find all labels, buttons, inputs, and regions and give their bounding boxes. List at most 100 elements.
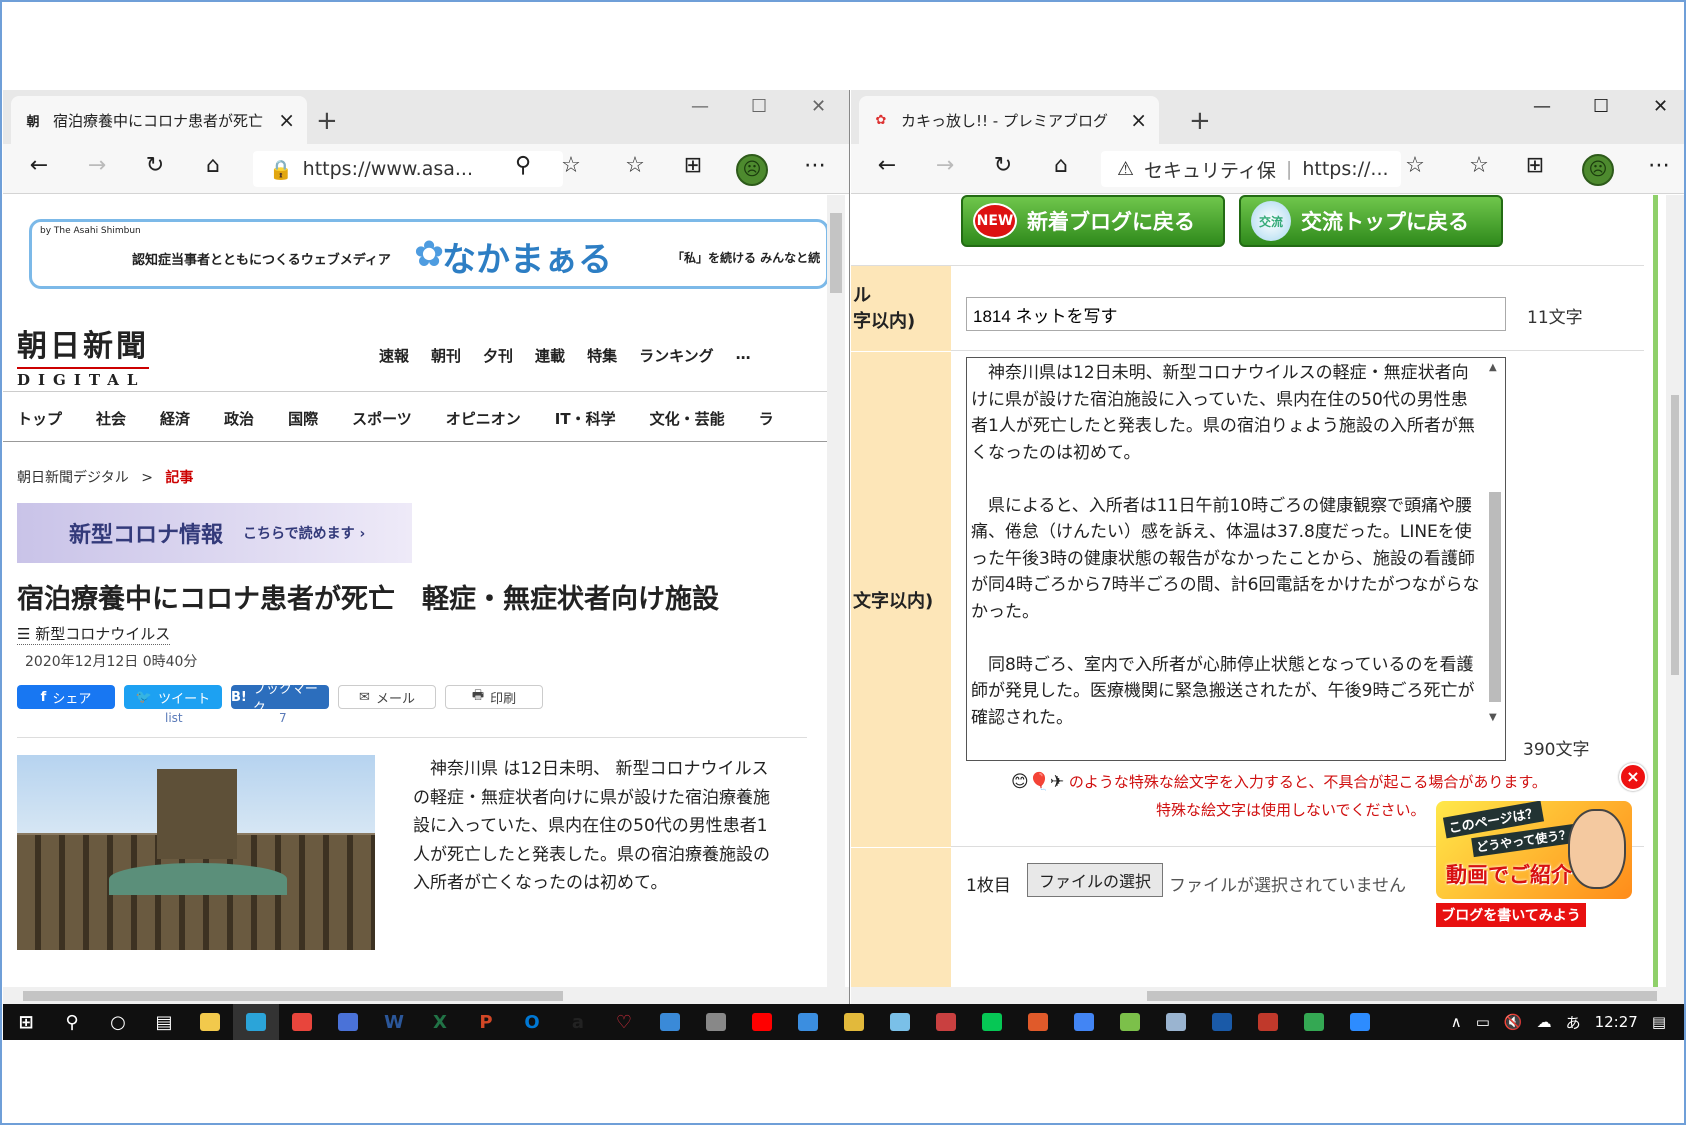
asahi-masthead[interactable]: 朝日新聞 DIGITAL [17, 321, 149, 389]
cortana-icon[interactable]: ○ [95, 1004, 141, 1040]
vertical-scrollbar[interactable] [827, 195, 845, 987]
scroll-thumb[interactable] [23, 991, 563, 1001]
home-icon[interactable]: ⌂ [1045, 153, 1077, 178]
scroll-down-icon[interactable]: ▼ [1489, 712, 1497, 723]
corona-info-banner[interactable]: 新型コロナ情報 こちらで読めます › [17, 503, 412, 563]
share-twitter-button[interactable]: 🐦 ツイート [124, 685, 222, 709]
nav-item[interactable]: ランキング [639, 345, 714, 366]
ad-close-icon[interactable]: × [1619, 763, 1647, 791]
nav-more[interactable]: … [736, 345, 751, 366]
favorite-star-icon[interactable]: ☆ [555, 153, 587, 178]
chevron-up-icon[interactable]: ∧ [1451, 1013, 1462, 1031]
scroll-up-icon[interactable]: ▲ [1489, 362, 1497, 373]
collections-icon[interactable]: ⊞ [677, 153, 709, 178]
category-item[interactable]: 国際 [288, 408, 318, 429]
favorite-star-icon[interactable]: ☆ [1399, 153, 1431, 178]
close-window-icon[interactable]: ✕ [1653, 96, 1668, 117]
share-facebook-button[interactable]: f シェア [17, 685, 115, 709]
nav-item[interactable]: 連載 [535, 345, 565, 366]
amazon-icon[interactable]: a [555, 1004, 601, 1040]
character-icon[interactable] [1015, 1004, 1061, 1040]
category-item[interactable]: 政治 [224, 408, 254, 429]
nav-item[interactable]: 夕刊 [483, 345, 513, 366]
search-icon[interactable]: ⚲ [49, 1004, 95, 1040]
back-icon[interactable]: ← [23, 153, 55, 178]
nakamaaru-banner[interactable]: by The Asahi Shimbun 認知症当事者とともにつくるウェブメディ… [29, 219, 829, 289]
speaker-mute-icon[interactable]: 🔇 [1504, 1013, 1523, 1031]
sphere-icon[interactable] [1199, 1004, 1245, 1040]
zoom-icon[interactable] [1337, 1004, 1383, 1040]
app-icon[interactable] [923, 1004, 969, 1040]
pdf-icon[interactable] [1245, 1004, 1291, 1040]
google-icon[interactable] [1061, 1004, 1107, 1040]
refresh-icon[interactable]: ↻ [139, 153, 171, 178]
photos-icon[interactable] [785, 1004, 831, 1040]
choose-file-button[interactable]: ファイルの選択 [1027, 863, 1163, 897]
play-store-icon[interactable] [1291, 1004, 1337, 1040]
category-item[interactable]: オピニオン [446, 408, 521, 429]
category-item[interactable]: スポーツ [352, 408, 412, 429]
share-print-button[interactable]: 🖶 印刷 [445, 685, 543, 709]
nav-item[interactable]: 速報 [379, 345, 409, 366]
file-explorer-icon[interactable] [187, 1004, 233, 1040]
tab-asahi-article[interactable]: 朝 宿泊療養中にコロナ患者が死亡 × [11, 96, 307, 144]
people-icon[interactable] [325, 1004, 371, 1040]
calculator-icon[interactable] [647, 1004, 693, 1040]
title-input[interactable] [966, 297, 1506, 331]
favorites-list-icon[interactable]: ☆ [1463, 153, 1495, 178]
category-item[interactable]: IT・科学 [555, 408, 616, 429]
excel-icon[interactable]: X [417, 1004, 463, 1040]
scroll-thumb[interactable] [1671, 395, 1679, 675]
powerpoint-icon[interactable]: P [463, 1004, 509, 1040]
iris-icon[interactable]: ♡ [601, 1004, 647, 1040]
new-tab-icon[interactable]: + [316, 106, 338, 136]
notifications-icon[interactable]: ▤ [1652, 1013, 1666, 1031]
favorites-list-icon[interactable]: ☆ [619, 153, 651, 178]
new-tab-icon[interactable]: + [1189, 106, 1211, 136]
nav-item[interactable]: 特集 [587, 345, 617, 366]
bookmark-count[interactable]: 7 [279, 711, 287, 725]
line-icon[interactable] [969, 1004, 1015, 1040]
blog-icon[interactable] [1107, 1004, 1153, 1040]
horizontal-scrollbar[interactable] [851, 987, 1684, 1004]
minimize-icon[interactable]: — [691, 96, 709, 117]
category-item[interactable]: 経済 [160, 408, 190, 429]
scroll-thumb[interactable] [1147, 991, 1657, 1001]
category-item[interactable]: ラ [759, 408, 774, 429]
maximize-icon[interactable]: ☐ [1593, 96, 1609, 117]
scroll-thumb[interactable] [1489, 492, 1501, 702]
category-item[interactable]: 文化・芸能 [650, 408, 725, 429]
word-icon[interactable]: W [371, 1004, 417, 1040]
vertical-scrollbar[interactable] [1666, 195, 1684, 987]
back-to-exchange-top-button[interactable]: 交流 交流トップに戻る [1239, 195, 1503, 247]
share-mail-button[interactable]: ✉ メール [338, 685, 436, 709]
profile-avatar-icon[interactable]: ☹ [736, 154, 768, 186]
scroll-thumb[interactable] [830, 213, 842, 293]
body-textarea[interactable]: 神奈川県は12日未明、新型コロナウイルスの軽症・無症状者向けに県が設けた宿泊施設… [966, 357, 1506, 761]
breadcrumb-home[interactable]: 朝日新聞デジタル [17, 470, 129, 486]
nav-item[interactable]: 朝刊 [431, 345, 461, 366]
onedrive-icon[interactable]: ☁ [1537, 1013, 1552, 1031]
tab-close-icon[interactable]: × [278, 108, 295, 132]
back-to-new-blogs-button[interactable]: NEW 新着ブログに戻る [961, 195, 1225, 247]
youtube-icon[interactable] [739, 1004, 785, 1040]
forward-icon[interactable]: → [81, 153, 113, 178]
address-bar[interactable]: ⚠ セキュリティ保 | https://... [1101, 151, 1401, 187]
chrome-icon[interactable] [279, 1004, 325, 1040]
edge-icon[interactable] [233, 1004, 279, 1040]
home-icon[interactable]: ⌂ [197, 153, 229, 178]
scanner-icon[interactable] [1153, 1004, 1199, 1040]
outlook-icon[interactable]: O [509, 1004, 555, 1040]
back-icon[interactable]: ← [871, 153, 903, 178]
clock[interactable]: 12:27 [1595, 1013, 1638, 1031]
ime-indicator[interactable]: あ [1566, 1012, 1581, 1033]
paint-icon[interactable] [831, 1004, 877, 1040]
textarea-scrollbar[interactable]: ▲ ▼ [1487, 362, 1503, 742]
minimize-icon[interactable]: — [1533, 96, 1551, 117]
zoom-icon[interactable]: ⚲ [507, 153, 539, 178]
horizontal-scrollbar[interactable] [3, 987, 849, 1004]
printer-icon[interactable] [693, 1004, 739, 1040]
more-menu-icon[interactable]: ⋯ [1643, 153, 1675, 178]
close-window-icon[interactable]: ✕ [811, 96, 826, 117]
refresh-icon[interactable]: ↻ [987, 153, 1019, 178]
